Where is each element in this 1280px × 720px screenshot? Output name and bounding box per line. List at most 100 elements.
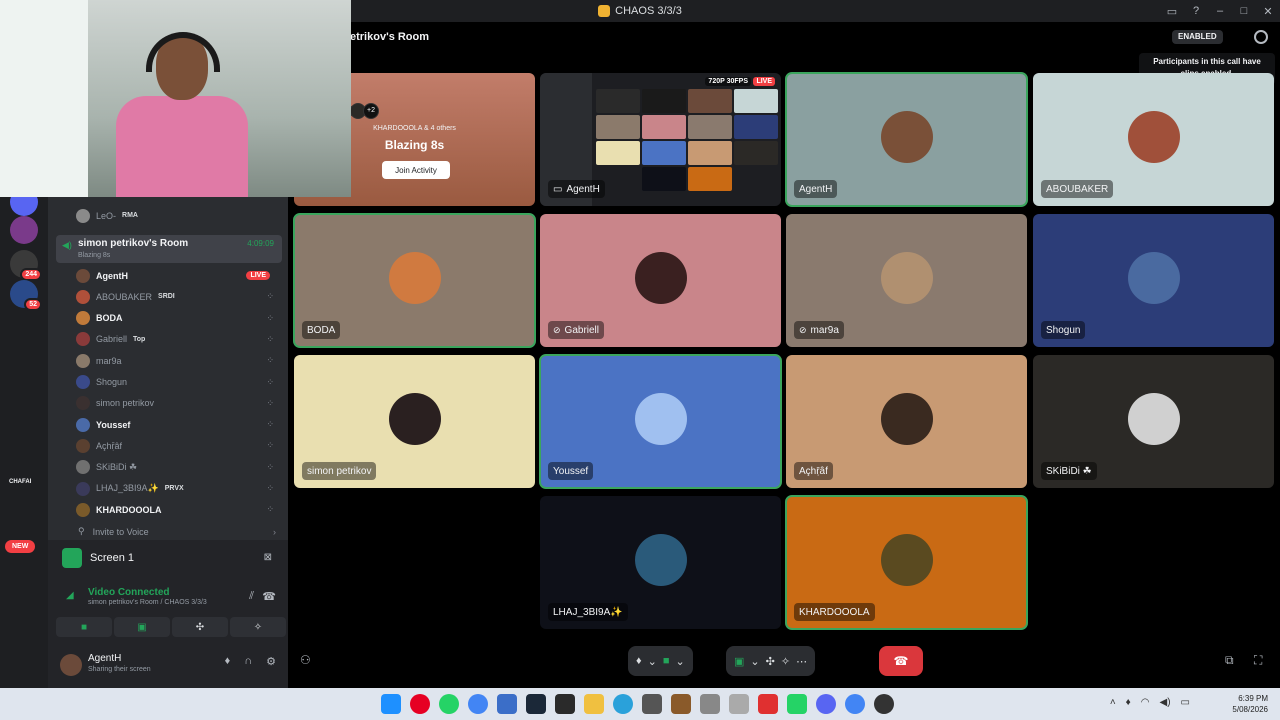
- chrome-icon[interactable]: [845, 694, 865, 714]
- participant-tile[interactable]: Shogun: [1033, 214, 1274, 347]
- stream-tile[interactable]: 720P 30FPS LIVE ▭ AgentH: [540, 73, 781, 206]
- camera-icon[interactable]: ■: [663, 655, 670, 667]
- chrome-icon[interactable]: [468, 694, 488, 714]
- voice-member-top[interactable]: LeO- RMA: [76, 205, 282, 226]
- noise-suppression-icon[interactable]: ⫽: [249, 590, 254, 603]
- invite-to-voice[interactable]: ⚲ Invite to Voice ›: [78, 521, 284, 542]
- battery-icon[interactable]: ▭: [1181, 697, 1190, 708]
- share-screen-button[interactable]: ▣: [114, 617, 170, 637]
- telegram-icon[interactable]: [613, 694, 633, 714]
- obs-icon[interactable]: [874, 694, 894, 714]
- microphone-icon[interactable]: ♦: [225, 655, 231, 668]
- share-control[interactable]: ▣ ⌄ ✣ ✧ ⋯: [726, 646, 816, 676]
- participant-tile[interactable]: ⊘ Gabriell: [540, 214, 781, 347]
- voice-channel-room[interactable]: ◀) simon petrikov's Room Blazing 8s 4:09…: [56, 235, 282, 263]
- participant-tile[interactable]: LHAJ_3BI9A✨: [540, 496, 781, 629]
- voice-member[interactable]: AgentH LIVE: [76, 265, 282, 286]
- chevron-down-icon[interactable]: ⌄: [750, 655, 759, 668]
- inbox-icon[interactable]: ▭: [1160, 0, 1184, 22]
- start-icon[interactable]: [381, 694, 401, 714]
- new-badge[interactable]: NEW: [5, 540, 36, 553]
- app-icon[interactable]: [555, 694, 575, 714]
- pinterest-icon[interactable]: [410, 694, 430, 714]
- microphone-icon[interactable]: ♦: [1126, 697, 1131, 708]
- avatar[interactable]: [60, 654, 82, 676]
- call-settings-icon[interactable]: [1254, 30, 1268, 44]
- close-button[interactable]: ✕: [1256, 0, 1280, 22]
- avatar: [76, 481, 90, 496]
- voice-member[interactable]: ABOUBAKER SRDI ⁘: [76, 286, 282, 307]
- screen-share-row[interactable]: Screen 1: [62, 548, 134, 568]
- activities-button[interactable]: ✣: [172, 617, 228, 637]
- voice-member[interactable]: BODA ⁘: [76, 308, 282, 329]
- participant-tile[interactable]: ⊘ mar9a: [786, 214, 1027, 347]
- mic-control[interactable]: ♦ ⌄ ■ ⌄: [628, 646, 693, 676]
- voice-member[interactable]: mar9a ⁘: [76, 350, 282, 371]
- folder-icon[interactable]: [584, 694, 604, 714]
- help-icon[interactable]: ?: [1184, 0, 1208, 22]
- participant-tile[interactable]: SKiBiDi ☘: [1033, 355, 1274, 488]
- app-icon[interactable]: [729, 694, 749, 714]
- participant-tile[interactable]: KHARDOOOLA: [785, 495, 1028, 630]
- chevron-down-icon[interactable]: ⌄: [648, 655, 657, 668]
- voice-member[interactable]: LHAJ_3BI9A✨ PRVX ⁘: [76, 478, 282, 499]
- participant-name: ABOUBAKER: [1046, 183, 1109, 195]
- clock[interactable]: 6:39 PM 5/08/2026: [1232, 693, 1268, 715]
- more-icon[interactable]: ⋯: [796, 655, 807, 668]
- participant-tile[interactable]: BODA: [293, 213, 536, 348]
- chevron-up-icon[interactable]: ˄: [1110, 697, 1116, 708]
- username[interactable]: AgentH: [88, 653, 121, 664]
- app-icon[interactable]: [497, 694, 517, 714]
- window-title: CHAOS 3/3/3: [598, 5, 682, 17]
- disconnect-button[interactable]: ☎: [879, 646, 923, 676]
- chevron-down-icon[interactable]: ⌄: [676, 655, 685, 668]
- whatsapp-icon[interactable]: [787, 694, 807, 714]
- join-activity-button[interactable]: Join Activity: [382, 161, 450, 179]
- signal-icon[interactable]: ◢: [66, 590, 74, 601]
- check-icon[interactable]: [700, 694, 720, 714]
- app-icon[interactable]: [671, 694, 691, 714]
- participant-tile[interactable]: ABOUBAKER: [1033, 73, 1274, 206]
- soundboard-button[interactable]: ✧: [230, 617, 286, 637]
- voice-member[interactable]: simon petrikov ⁘: [76, 393, 282, 414]
- clips-enabled-badge[interactable]: ENABLED: [1172, 30, 1223, 44]
- fullscreen-icon[interactable]: ⛶: [1254, 653, 1262, 668]
- popout-icon[interactable]: ⧉: [1225, 653, 1234, 668]
- app-icon[interactable]: [758, 694, 778, 714]
- participant-tile[interactable]: AgentH: [785, 72, 1028, 207]
- activities-icon[interactable]: ✣: [766, 655, 775, 668]
- voice-member[interactable]: SKiBiDi ☘ ⁘: [76, 457, 282, 478]
- voice-member[interactable]: KHARDOOOLA ⁘: [76, 499, 282, 520]
- disconnect-icon[interactable]: ☎: [262, 590, 276, 603]
- participant-tile[interactable]: Açhṝâf: [786, 355, 1027, 488]
- window-title-text: CHAOS 3/3/3: [615, 5, 682, 17]
- whatsapp-icon[interactable]: [439, 694, 459, 714]
- voice-member[interactable]: Gabriell Top ⁘: [76, 329, 282, 350]
- soundboard-icon[interactable]: ✧: [781, 655, 790, 668]
- maximize-button[interactable]: □: [1232, 0, 1256, 22]
- participant-tile[interactable]: simon petrikov: [294, 355, 535, 488]
- camera-button[interactable]: ■: [56, 617, 112, 637]
- steam-icon[interactable]: [526, 694, 546, 714]
- stream-cell: [596, 115, 640, 139]
- participant-label: BODA: [302, 321, 341, 339]
- server-icon[interactable]: 52: [10, 280, 42, 311]
- server-icon[interactable]: [10, 216, 38, 244]
- voice-member[interactable]: Youssef ⁘: [76, 414, 282, 435]
- participant-tile[interactable]: Youssef: [539, 354, 782, 489]
- voice-member[interactable]: Shogun ⁘: [76, 372, 282, 393]
- headphones-icon[interactable]: ∩: [244, 655, 252, 668]
- avatar: [76, 332, 90, 347]
- member-name: mar9a: [96, 355, 122, 366]
- add-people-icon[interactable]: ⚇: [300, 653, 311, 667]
- stop-stream-icon[interactable]: ⊠: [264, 552, 272, 563]
- server-icon[interactable]: 244: [10, 250, 42, 281]
- voice-member[interactable]: Açhṝâf ⁘: [76, 435, 282, 456]
- connection-location[interactable]: simon petrikov's Room / CHAOS 3/3/3: [88, 599, 207, 606]
- discord-icon[interactable]: [816, 694, 836, 714]
- volume-icon[interactable]: ◀): [1160, 697, 1171, 708]
- minimize-button[interactable]: –: [1208, 0, 1232, 22]
- store-icon[interactable]: [642, 694, 662, 714]
- wifi-icon[interactable]: ◠: [1141, 697, 1150, 708]
- gear-icon[interactable]: ⚙: [266, 655, 276, 668]
